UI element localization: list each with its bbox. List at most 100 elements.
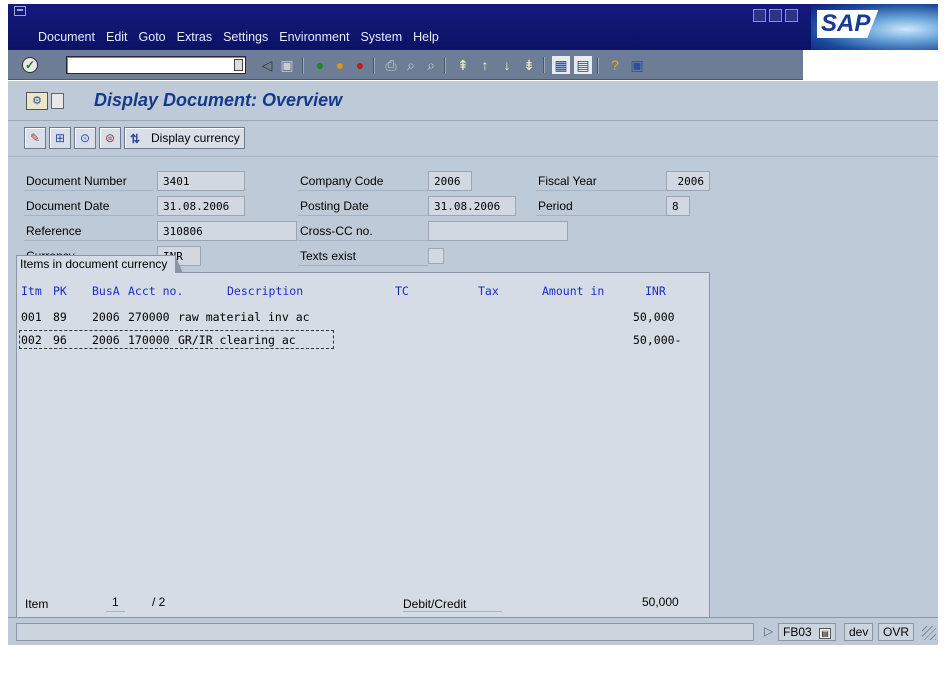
toolbar-separator — [373, 57, 375, 73]
page-title: Display Document: Overview — [94, 90, 343, 110]
cancel-icon[interactable]: ● — [351, 56, 369, 74]
first-page-icon[interactable]: ⇞ — [454, 56, 472, 74]
menu-help[interactable]: Help — [413, 30, 439, 44]
item-current-field[interactable]: 1 — [106, 595, 125, 612]
col-tax[interactable]: Tax — [478, 283, 499, 299]
document-date-field[interactable]: 31.08.2006 — [157, 196, 245, 216]
col-description[interactable]: Description — [227, 283, 303, 299]
document-date-label: Document Date — [24, 196, 154, 216]
menu-document[interactable]: Document — [38, 30, 95, 44]
application-toolbar: ✎ ⊞ ⊙ ⊜ ⇅ Display currency — [8, 121, 938, 157]
cell-itm: 002 — [21, 333, 42, 347]
transaction-details-icon[interactable]: ▤ — [819, 628, 832, 639]
previous-page-icon[interactable]: ↑ — [476, 56, 494, 74]
find-icon[interactable]: ⌕ — [402, 56, 420, 74]
back-arrow-icon[interactable]: ◁ — [258, 56, 276, 74]
document-number-field[interactable]: 3401 — [157, 171, 245, 191]
col-acct[interactable]: Acct no. — [128, 283, 183, 299]
page-icon[interactable] — [51, 93, 64, 109]
close-icon[interactable] — [785, 9, 798, 22]
fiscal-year-label: Fiscal Year — [536, 171, 666, 191]
find-next-icon[interactable]: ⌕ — [422, 56, 440, 74]
help-icon[interactable]: ? — [606, 56, 624, 74]
menu-system[interactable]: System — [360, 30, 402, 44]
display-change-icon[interactable]: ✎ — [24, 127, 46, 149]
status-system: dev — [844, 623, 874, 641]
table-row[interactable]: 002 96 2006 170000 GR/IR clearing ac 50,… — [17, 330, 711, 350]
last-page-icon[interactable]: ⇟ — [520, 56, 538, 74]
transaction-code: FB03 — [783, 625, 812, 639]
cell-pk: 89 — [53, 310, 67, 324]
menu-settings[interactable]: Settings — [223, 30, 268, 44]
status-mode[interactable]: OVR — [878, 623, 915, 641]
layout-menu-icon[interactable]: ▣ — [628, 56, 646, 74]
col-tc[interactable]: TC — [395, 283, 409, 299]
cell-acct: 270000 — [128, 310, 170, 324]
exit-icon[interactable]: ● — [331, 56, 349, 74]
col-itm[interactable]: Itm — [21, 283, 42, 299]
check-icon[interactable]: ✓ — [22, 57, 38, 73]
col-busa[interactable]: BusA — [92, 283, 120, 299]
cell-pk: 96 — [53, 333, 67, 347]
system-menu-icon[interactable] — [14, 6, 26, 16]
cell-acct: 170000 — [128, 333, 170, 347]
period-field[interactable]: 8 — [666, 196, 690, 216]
header-icon[interactable]: ⊞ — [49, 127, 71, 149]
status-message — [16, 623, 754, 641]
title-area: ⚙ Display Document: Overview — [8, 81, 938, 121]
sap-logo-text: SAP — [817, 10, 879, 38]
menu-bar: Document Edit Goto Extras Settings Envir… — [38, 30, 450, 44]
cell-amount: 50,000 — [633, 310, 675, 324]
item-total: / 2 — [152, 595, 166, 609]
col-amount[interactable]: Amount in — [542, 283, 604, 299]
reference-field[interactable]: 310806 — [157, 221, 297, 241]
document-overview: Document Number 3401 Company Code 2006 F… — [8, 157, 938, 628]
posting-date-label: Posting Date — [298, 196, 428, 216]
menu-edit[interactable]: Edit — [106, 30, 128, 44]
cell-busa: 2006 — [92, 333, 120, 347]
minimize-icon[interactable] — [753, 9, 766, 22]
item-label: Item — [25, 597, 49, 611]
company-code-field[interactable]: 2006 — [428, 171, 472, 191]
currency-icon: ⇅ — [130, 132, 141, 146]
status-expand-icon[interactable]: ▷ — [760, 623, 777, 641]
debit-credit-total: 50,000 — [642, 595, 679, 609]
cell-amount: 50,000- — [633, 333, 682, 347]
display-currency-label: Display currency — [151, 131, 240, 145]
debit-credit-label: Debit/Credit — [403, 597, 503, 612]
command-history-icon[interactable] — [234, 59, 243, 71]
menu-environment[interactable]: Environment — [279, 30, 349, 44]
menu-extras[interactable]: Extras — [177, 30, 212, 44]
posting-date-field[interactable]: 31.08.2006 — [428, 196, 516, 216]
cross-cc-field[interactable] — [428, 221, 568, 241]
document-icon[interactable]: ⚙ — [26, 92, 48, 110]
title-menu-bar: Document Edit Goto Extras Settings Envir… — [8, 4, 938, 50]
reference-label: Reference — [24, 221, 154, 241]
maximize-icon[interactable] — [769, 9, 782, 22]
shortcut-icon[interactable]: ▤ — [574, 56, 592, 74]
toolbar-separator — [302, 57, 304, 73]
next-page-icon[interactable]: ↓ — [498, 56, 516, 74]
command-field[interactable] — [66, 56, 246, 74]
document-number-label: Document Number — [24, 171, 154, 191]
resize-grip-icon[interactable] — [922, 626, 936, 640]
taxes-icon[interactable]: ⊜ — [99, 127, 121, 149]
create-session-icon[interactable]: ▦ — [552, 56, 570, 74]
fiscal-year-field[interactable]: 2006 — [666, 171, 710, 191]
items-tab-panel: Items in document currency Itm PK BusA A… — [16, 255, 711, 628]
select-icon[interactable]: ⊙ — [74, 127, 96, 149]
menu-goto[interactable]: Goto — [139, 30, 166, 44]
status-transaction[interactable]: FB03 ▤ — [778, 623, 837, 641]
table-row[interactable]: 001 89 2006 270000 raw material inv ac 5… — [17, 309, 711, 327]
window-controls — [753, 9, 798, 22]
texts-exist-checkbox[interactable] — [428, 248, 444, 264]
items-tab[interactable]: Items in document currency — [16, 255, 184, 273]
print-icon[interactable]: ⎙ — [382, 56, 400, 74]
back-icon[interactable]: ● — [311, 56, 329, 74]
toolbar-separator — [543, 57, 545, 73]
save-icon[interactable]: ▣ — [278, 56, 296, 74]
col-pk[interactable]: PK — [53, 283, 67, 299]
display-currency-button[interactable]: ⇅ Display currency — [124, 127, 245, 149]
col-currency[interactable]: INR — [645, 283, 666, 299]
texts-exist-label: Texts exist — [298, 246, 428, 266]
